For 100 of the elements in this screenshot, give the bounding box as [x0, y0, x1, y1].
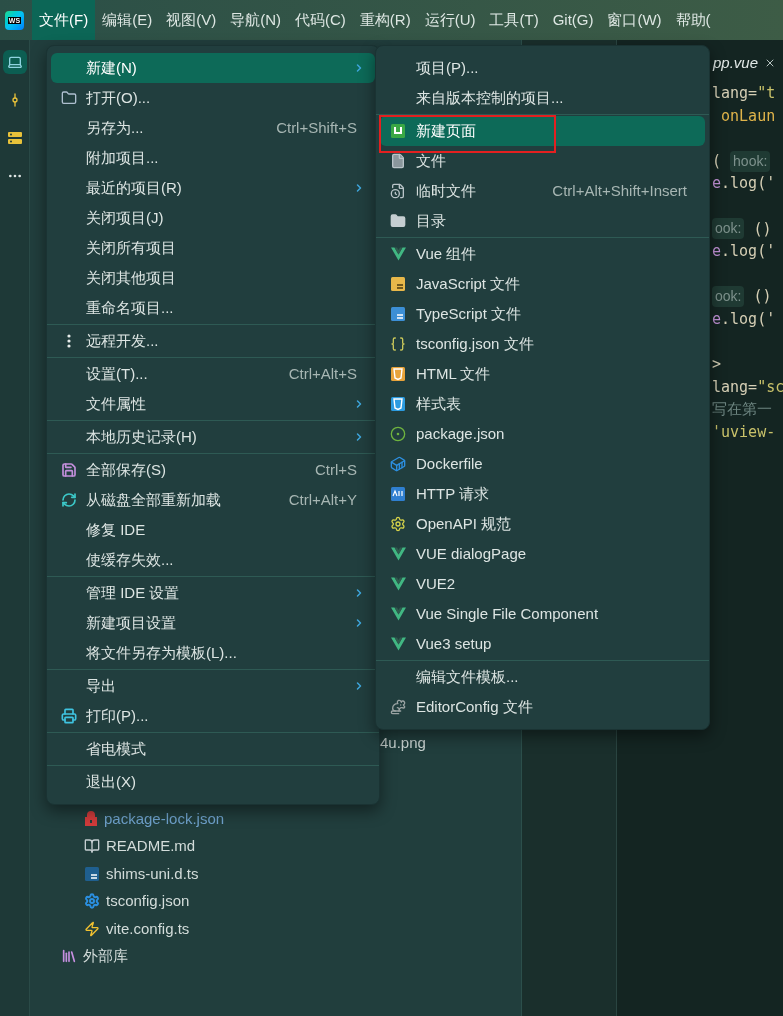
- menu-item[interactable]: 本地历史记录(H): [51, 422, 375, 452]
- gear-spec-icon: [390, 516, 406, 532]
- menu-item-label: 文件属性: [86, 393, 146, 414]
- shortcut-label: Ctrl+Alt+S: [288, 363, 358, 384]
- menu-item[interactable]: VUE2: [380, 569, 705, 599]
- menu-item[interactable]: 导出: [51, 671, 375, 701]
- menu-item[interactable]: 编辑文件模板...: [380, 662, 705, 692]
- menu-item[interactable]: 文件属性: [51, 389, 375, 419]
- menu-bar-item[interactable]: 编辑(E): [95, 0, 160, 40]
- menu-item[interactable]: JavaScript 文件: [380, 269, 705, 299]
- menu-bar-item[interactable]: 工具(T): [482, 0, 546, 40]
- code-line: lang="t: [712, 83, 777, 105]
- library-icon: [61, 948, 77, 965]
- menu-item[interactable]: 管理 IDE 设置: [51, 578, 375, 608]
- menu-item[interactable]: 使缓存失效...: [51, 545, 375, 575]
- tree-item[interactable]: tsconfig.json: [30, 887, 521, 915]
- menu-item[interactable]: Vue3 setup: [380, 629, 705, 659]
- menu-item-label: 将文件另存为模板(L)...: [86, 642, 237, 663]
- typed-script-file-icon: [390, 306, 406, 322]
- menu-item-label: Dockerfile: [416, 453, 483, 474]
- menu-item-label: 新建(N): [86, 57, 137, 78]
- menu-item-label: Vue Single File Component: [416, 603, 599, 624]
- menu-item[interactable]: 新建页面: [380, 116, 705, 146]
- menu-item-label: TypeScript 文件: [416, 303, 522, 324]
- menu-item[interactable]: 打印(P)...: [51, 701, 375, 731]
- menu-item[interactable]: 远程开发...: [51, 326, 375, 356]
- tree-item[interactable]: vite.config.ts: [30, 915, 521, 943]
- menu-bar-item[interactable]: Git(G): [545, 0, 601, 40]
- menu-item-label: 省电模式: [86, 738, 146, 759]
- menu-bar-item[interactable]: 窗口(W): [600, 0, 669, 40]
- menu-item[interactable]: 关闭其他项目: [51, 263, 375, 293]
- scratch-file-icon: [390, 183, 406, 199]
- letter-square-icon: [390, 123, 406, 139]
- editor-tab[interactable]: pp.vue: [713, 51, 777, 75]
- html-shield-icon: [390, 366, 406, 382]
- menu-bar-item[interactable]: 帮助(: [668, 0, 718, 40]
- folder-icon: [390, 213, 406, 229]
- menu-bar-item[interactable]: 视图(V): [159, 0, 224, 40]
- menu-item[interactable]: 最近的项目(R): [51, 173, 375, 203]
- menu-bar-item[interactable]: 运行(U): [417, 0, 483, 40]
- laptop-icon[interactable]: [2, 50, 27, 74]
- menu-item[interactable]: 从磁盘全部重新加载 Ctrl+Alt+Y: [51, 485, 375, 515]
- menu-item-label: 导出: [86, 675, 116, 696]
- tree-item[interactable]: package-lock.json: [30, 805, 521, 833]
- tree-item[interactable]: 外部库: [30, 942, 521, 970]
- menu-item-label: Vue3 setup: [416, 633, 492, 654]
- menu-item[interactable]: VUE dialogPage: [380, 539, 705, 569]
- menu-item[interactable]: tsconfig.json 文件: [380, 329, 705, 359]
- tree-item[interactable]: README.md: [30, 832, 521, 860]
- menu-item-label: 新建页面: [416, 120, 476, 141]
- menu-bar-item[interactable]: 代码(C): [288, 0, 353, 40]
- menu-item-label: VUE2: [416, 573, 456, 594]
- menu-item[interactable]: 省电模式: [51, 734, 375, 764]
- menu-item[interactable]: Vue Single File Component: [380, 599, 705, 629]
- menu-item[interactable]: 修复 IDE: [51, 515, 375, 545]
- menu-item[interactable]: 附加项目...: [51, 143, 375, 173]
- menu-item-label: JavaScript 文件: [416, 273, 521, 294]
- menu-item[interactable]: 临时文件 Ctrl+Alt+Shift+Insert: [380, 176, 705, 206]
- menu-item[interactable]: 新建(N): [51, 53, 375, 83]
- menu-item[interactable]: package.json: [380, 419, 705, 449]
- vue-logo-icon: [389, 246, 407, 262]
- menu-item[interactable]: 关闭项目(J): [51, 203, 375, 233]
- menu-item-label: 退出(X): [86, 771, 136, 792]
- tree-item[interactable]: shims-uni.d.ts: [30, 860, 521, 888]
- menu-item[interactable]: Vue 组件: [380, 239, 705, 269]
- menu-item[interactable]: 全部保存(S) Ctrl+S: [51, 455, 375, 485]
- menu-item[interactable]: 退出(X): [51, 767, 375, 797]
- menu-bar-item[interactable]: 导航(N): [223, 0, 288, 40]
- menu-item[interactable]: EditorConfig 文件: [380, 692, 705, 722]
- vue-logo-icon: [389, 546, 407, 562]
- menu-item[interactable]: TypeScript 文件: [380, 299, 705, 329]
- menu-item-label: 重命名项目...: [86, 297, 174, 318]
- menu-item[interactable]: 新建项目设置: [51, 608, 375, 638]
- menu-item[interactable]: 样式表: [380, 389, 705, 419]
- menu-item-label: 关闭其他项目: [86, 267, 176, 288]
- menu-item[interactable]: 将文件另存为模板(L)...: [51, 638, 375, 668]
- stylesheet-shield-icon: [390, 396, 406, 412]
- menu-item[interactable]: HTML 文件: [380, 359, 705, 389]
- code-line: 'uview-: [712, 421, 777, 443]
- menu-item[interactable]: Dockerfile: [380, 449, 705, 479]
- menu-item[interactable]: 关闭所有项目: [51, 233, 375, 263]
- menu-item[interactable]: HTTP 请求: [380, 479, 705, 509]
- vue-logo-icon: [389, 636, 407, 652]
- menu-item-label: 最近的项目(R): [86, 177, 182, 198]
- shortcut-label: Ctrl+Shift+S: [276, 117, 358, 138]
- menu-item[interactable]: OpenAPI 规范: [380, 509, 705, 539]
- menu-item[interactable]: 打开(O)...: [51, 83, 375, 113]
- menu-item[interactable]: 来自版本控制的项目...: [380, 83, 705, 113]
- menu-item[interactable]: 目录: [380, 206, 705, 236]
- shortcut-label: Ctrl+Alt+Shift+Insert: [552, 180, 688, 201]
- menu-item[interactable]: 文件: [380, 146, 705, 176]
- menu-item[interactable]: 另存为... Ctrl+Shift+S: [51, 113, 375, 143]
- menu-item[interactable]: 项目(P)...: [380, 53, 705, 83]
- menu-bar-item[interactable]: 文件(F): [32, 0, 96, 40]
- menu-item[interactable]: 重命名项目...: [51, 293, 375, 323]
- vue-logo-icon: [389, 576, 407, 592]
- menu-item[interactable]: 设置(T)... Ctrl+Alt+S: [51, 359, 375, 389]
- menu-item-label: 样式表: [416, 393, 461, 414]
- menu-bar-item[interactable]: 重构(R): [352, 0, 418, 40]
- menu-item-label: 全部保存(S): [86, 459, 166, 480]
